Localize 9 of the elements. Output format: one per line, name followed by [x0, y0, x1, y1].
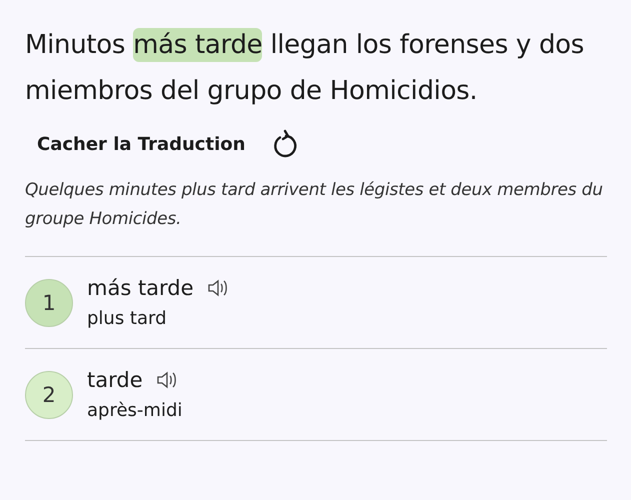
number-badge: 2 — [25, 370, 73, 418]
number-badge: 1 — [25, 278, 73, 326]
translation-text: Quelques minutes plus tard arrivent les légistes et deux membres du groupe Homicides. — [25, 179, 604, 231]
spanish-sentence: Minutos más tarde llegan los forenses y dos miembros del grupo de Homicidios. — [25, 27, 586, 108]
word-term: tarde — [87, 368, 143, 392]
word-term: más tarde — [87, 276, 194, 300]
word-meaning: après-midi — [87, 400, 182, 421]
hide-translation-button[interactable]: Cacher la Traduction — [37, 134, 246, 154]
word-meaning: plus tard — [87, 308, 168, 329]
